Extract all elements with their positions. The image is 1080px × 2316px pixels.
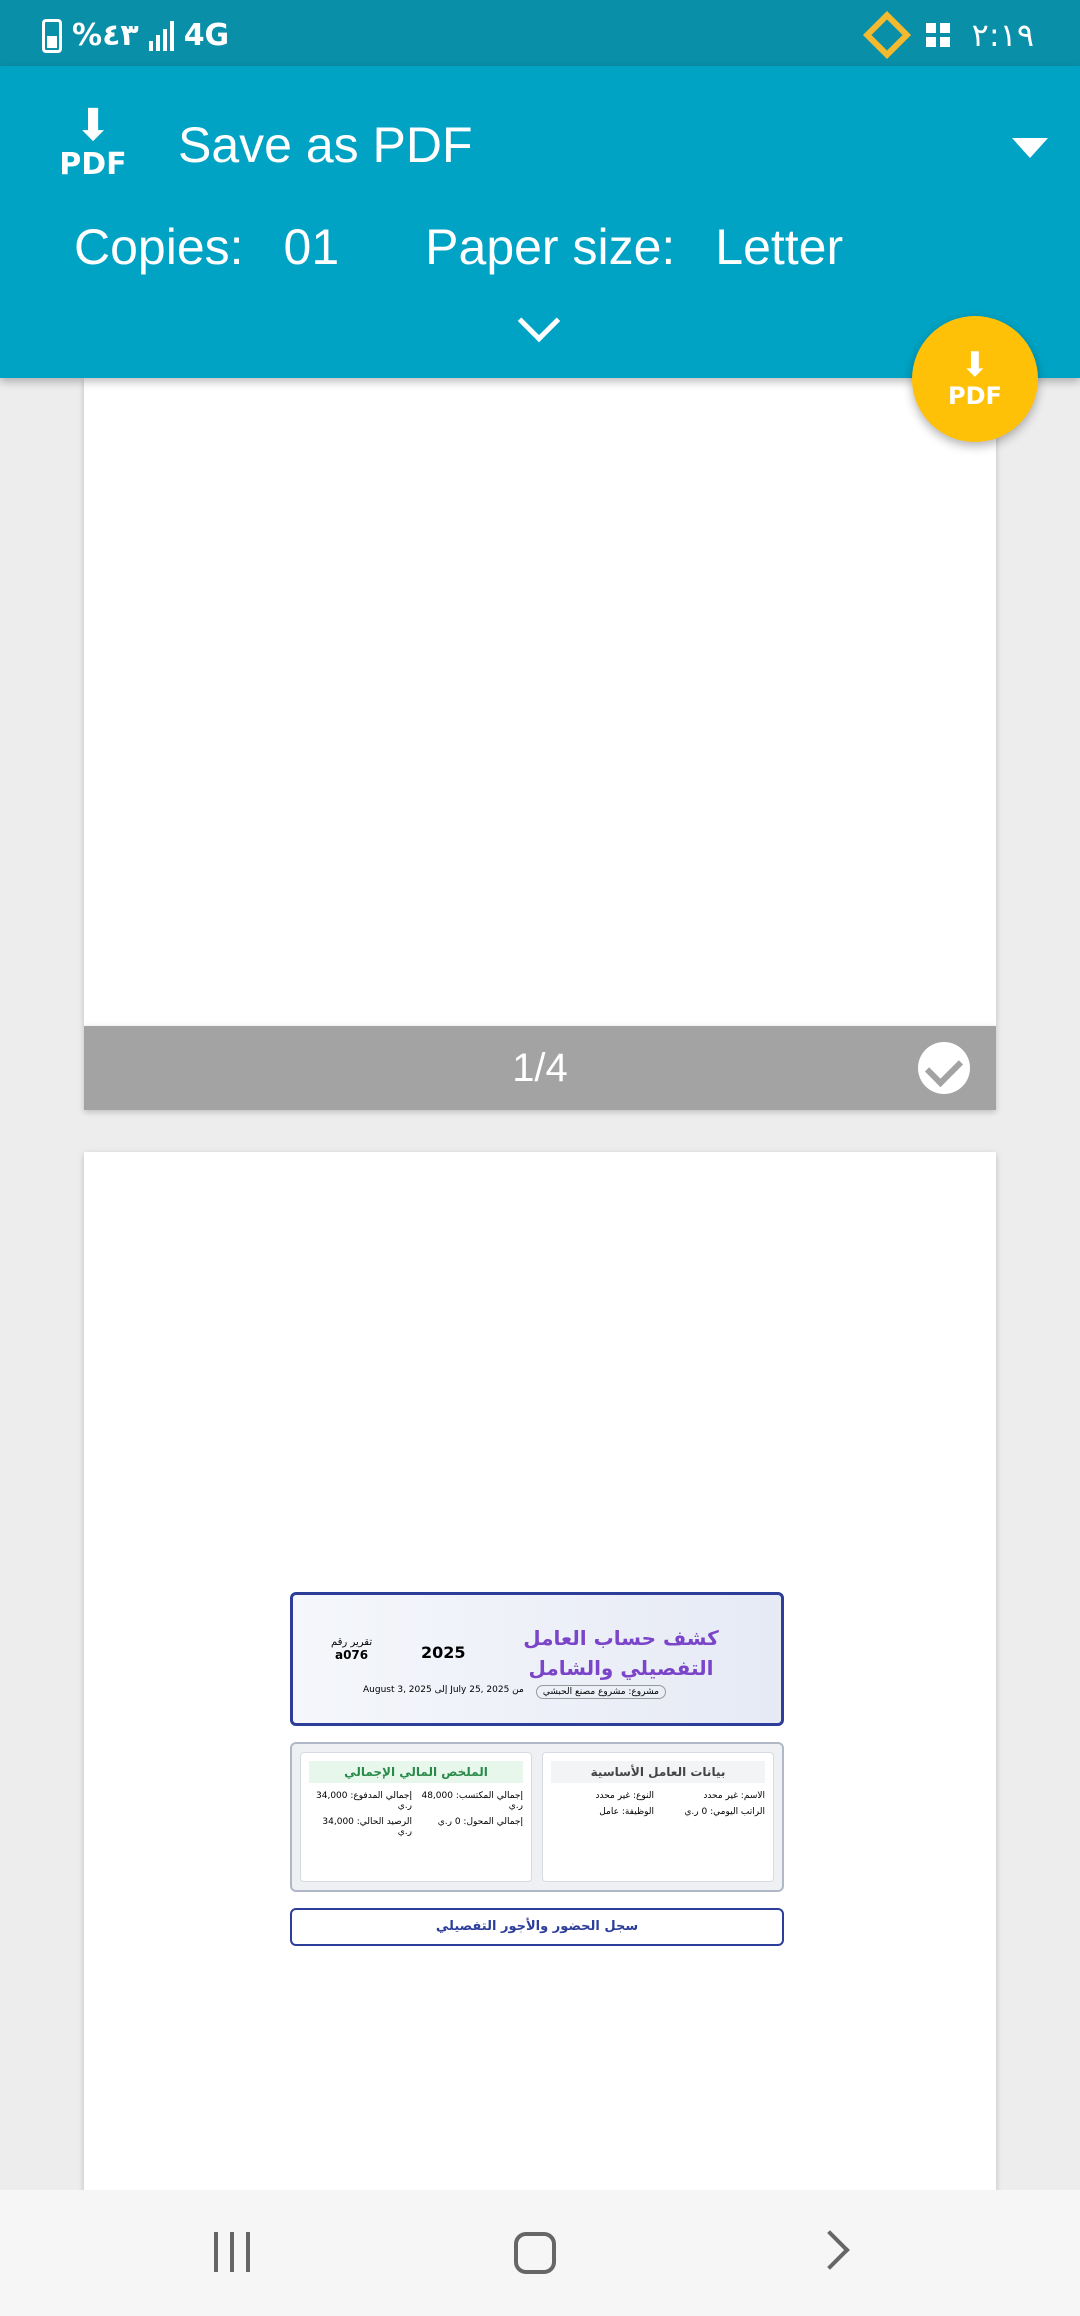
- report-year: 2025: [421, 1643, 466, 1662]
- status-bar: %٤٣ 4G ٢:١٩: [0, 0, 1080, 66]
- attendance-section-title: سجل الحضور والأجور التفصيلي: [290, 1908, 784, 1946]
- binance-icon: [862, 10, 911, 60]
- worker-type: النوع: غير محدد: [595, 1791, 654, 1801]
- page-preview-1[interactable]: [84, 378, 996, 1026]
- basic-info-title: بيانات العامل الأساسية: [551, 1761, 765, 1783]
- financial-summary-card: الملخص المالي الإجمالي إجمالي المكتسب: 4…: [300, 1752, 532, 1882]
- network-type: 4G: [183, 18, 230, 53]
- status-left: %٤٣ 4G: [42, 18, 229, 53]
- current-balance: الرصيد الحالي: 34,000 ر.ي: [322, 1817, 412, 1837]
- print-settings-summary: Copies: 01 Paper size: Letter: [74, 218, 843, 276]
- printer-destination[interactable]: Save as PDF: [178, 116, 473, 174]
- worker-job: الوظيفة: عامل: [599, 1807, 654, 1817]
- report-title: كشف حساب العامل التفصيلي والشامل: [523, 1626, 719, 1680]
- pdf-icon-label: PDF: [59, 147, 127, 182]
- battery-text: %٤٣: [72, 18, 139, 53]
- report-number-label: تقرير رقم: [331, 1637, 373, 1648]
- download-icon: ⬇: [960, 345, 990, 385]
- page-number: 1/4: [512, 1045, 568, 1090]
- basic-info-card: بيانات العامل الأساسية الاسم: غير محدد ا…: [542, 1752, 774, 1882]
- app-notification-icon: [925, 23, 950, 47]
- paper-size-value: Letter: [715, 219, 844, 275]
- page-indicator-bar: 1/4: [84, 1026, 996, 1110]
- page-selected-check-icon[interactable]: [918, 1042, 970, 1094]
- financial-summary-title: الملخص المالي الإجمالي: [309, 1761, 523, 1783]
- total-paid: إجمالي المدفوع: 34,000 ر.ي: [316, 1791, 412, 1811]
- navigation-bar: [0, 2190, 1080, 2316]
- paper-size-label: Paper size:: [425, 219, 676, 275]
- worker-name: الاسم: غير محدد: [703, 1791, 765, 1801]
- total-transferred: إجمالي المحول: 0 ر.ي: [437, 1817, 523, 1827]
- download-arrow-icon: ⬇: [74, 100, 112, 151]
- print-header: ⬇ PDF Save as PDF Copies: 01 Paper size:…: [0, 66, 1080, 378]
- save-pdf-button[interactable]: ⬇ PDF: [912, 316, 1038, 442]
- status-right: ٢:١٩: [862, 10, 1034, 60]
- expand-options-icon[interactable]: [517, 299, 561, 343]
- project-badge: مشروع: مشروع مصنع الحبشي: [535, 1685, 666, 1699]
- save-pdf-label: PDF: [948, 382, 1002, 410]
- chevron-down-icon[interactable]: [1012, 138, 1048, 158]
- page-preview-2[interactable]: كشف حساب العامل التفصيلي والشامل 2025 تق…: [84, 1152, 996, 2192]
- total-earned: إجمالي المكتسب: 48,000 ر.ي: [421, 1791, 523, 1811]
- battery-icon: [42, 18, 62, 53]
- report-number: تقرير رقم a076: [331, 1637, 372, 1662]
- clock: ٢:١٩: [971, 16, 1034, 54]
- recents-button[interactable]: [214, 2232, 250, 2272]
- report-number-value: a076: [334, 1648, 369, 1662]
- signal-icon: [148, 20, 174, 51]
- daily-wage: الراتب اليومي: 0 ر.ي: [684, 1807, 765, 1817]
- copies-value: 01: [283, 219, 340, 275]
- summary-cards: بيانات العامل الأساسية الاسم: غير محدد ا…: [290, 1742, 784, 1892]
- back-button[interactable]: [810, 2230, 850, 2270]
- home-button[interactable]: [514, 2232, 556, 2274]
- report-header: كشف حساب العامل التفصيلي والشامل 2025 تق…: [290, 1592, 784, 1726]
- pdf-printer-icon: ⬇ PDF: [56, 104, 130, 184]
- copies-label: Copies:: [74, 219, 244, 275]
- report-meta: مشروع: مشروع مصنع الحبشي من July 25, 202…: [363, 1685, 666, 1699]
- date-range: من July 25, 2025 إلى August 3, 2025: [363, 1685, 524, 1695]
